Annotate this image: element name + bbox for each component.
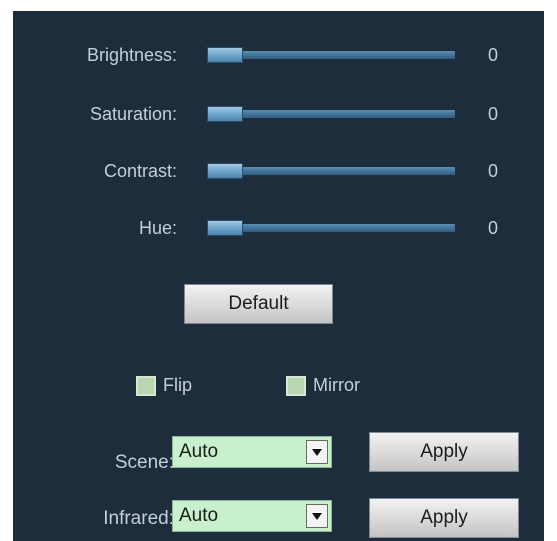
saturation-label: Saturation: — [89, 104, 177, 124]
scene-select-value: Auto — [179, 441, 219, 462]
chevron-down-icon[interactable] — [306, 440, 328, 464]
scene-apply-button[interactable]: Apply — [369, 432, 519, 472]
infrared-apply-button[interactable]: Apply — [369, 498, 519, 538]
hue-slider[interactable] — [207, 220, 455, 236]
infrared-label: Infrared: — [103, 508, 174, 529]
contrast-slider-thumb[interactable] — [207, 163, 243, 179]
scene-select[interactable]: Auto — [172, 436, 332, 468]
contrast-value: 0 — [488, 161, 499, 181]
brightness-label: Brightness: — [86, 45, 177, 65]
infrared-select[interactable]: Auto — [172, 500, 332, 532]
contrast-label: Contrast: — [103, 161, 177, 181]
saturation-slider-thumb[interactable] — [207, 106, 243, 122]
saturation-value: 0 — [488, 104, 499, 124]
saturation-slider[interactable] — [207, 106, 455, 122]
chevron-down-icon[interactable] — [306, 504, 328, 528]
brightness-row: Brightness: 0 — [13, 41, 544, 71]
brightness-slider-thumb[interactable] — [207, 47, 243, 63]
brightness-value: 0 — [488, 45, 499, 65]
brightness-slider[interactable] — [207, 47, 455, 63]
scene-label: Scene: — [114, 452, 174, 473]
saturation-row: Saturation: 0 — [13, 100, 544, 130]
mirror-checkbox[interactable] — [286, 376, 306, 396]
flip-checkbox[interactable] — [136, 376, 156, 396]
hue-label: Hue: — [138, 218, 177, 238]
contrast-row: Contrast: 0 — [13, 157, 544, 187]
hue-slider-thumb[interactable] — [207, 220, 243, 236]
flip-label: Flip — [163, 375, 193, 395]
infrared-select-value: Auto — [179, 505, 219, 526]
contrast-slider[interactable] — [207, 163, 455, 179]
default-button[interactable]: Default — [184, 284, 333, 324]
image-settings-panel: Brightness: 0 Saturation: 0 Contrast: 0 … — [13, 11, 544, 541]
mirror-label: Mirror — [313, 375, 360, 395]
hue-row: Hue: 0 — [13, 214, 544, 244]
hue-value: 0 — [488, 218, 499, 238]
